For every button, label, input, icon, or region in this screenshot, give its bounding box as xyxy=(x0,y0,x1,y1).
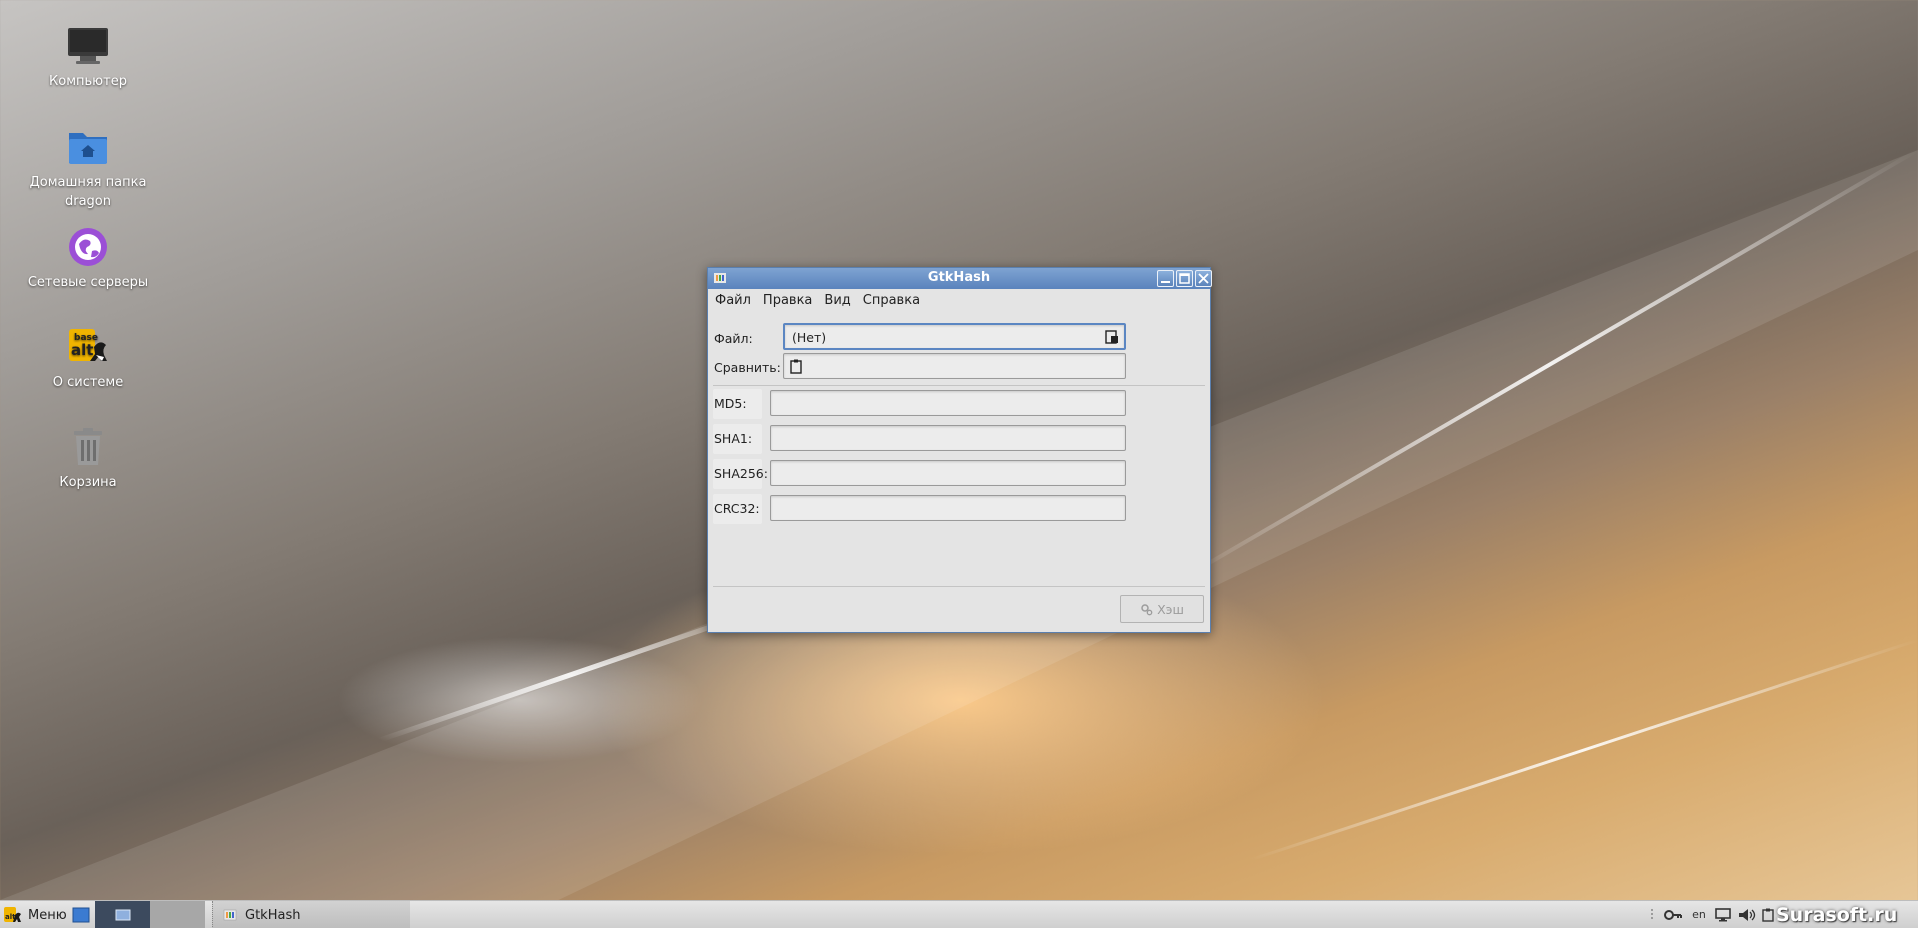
keyboard-layout[interactable]: en xyxy=(1688,901,1710,928)
desktop-icon-computer[interactable]: Компьютер xyxy=(22,24,154,91)
desktop-icon-trash[interactable]: Корзина xyxy=(22,425,154,492)
crc32-label: CRC32: xyxy=(713,494,762,524)
desktop-icon-label: Сетевые серверы xyxy=(27,275,149,290)
separator xyxy=(713,385,1205,386)
window-titlebar[interactable]: GtkHash xyxy=(708,268,1212,289)
taskbar: alt Меню GtkHash en Surasoft.ru xyxy=(0,900,1918,928)
taskbar-task-gtkhash[interactable]: GtkHash xyxy=(212,901,410,928)
alt-logo-icon: alt xyxy=(4,907,21,922)
window-title: GtkHash xyxy=(927,270,991,285)
home-folder-icon xyxy=(69,133,107,164)
tray-clipboard[interactable] xyxy=(1760,901,1776,928)
tray-volume[interactable] xyxy=(1736,901,1758,928)
about-system-icon: base alt xyxy=(69,329,107,361)
close-button[interactable] xyxy=(1195,270,1212,287)
drag-handle-icon xyxy=(1651,909,1653,919)
volume-icon xyxy=(1739,909,1756,921)
start-menu-button[interactable]: alt Меню xyxy=(4,901,68,928)
sha1-field[interactable] xyxy=(770,425,1126,451)
desktop-icon-label: Компьютер xyxy=(49,74,127,89)
hash-button[interactable]: Хэш xyxy=(1120,595,1204,623)
hash-button-label: Хэш xyxy=(1157,601,1184,617)
menu-view[interactable]: Вид xyxy=(818,289,856,313)
workspace-1[interactable] xyxy=(95,901,150,928)
tray-keyring[interactable] xyxy=(1660,901,1686,928)
clipboard-icon[interactable] xyxy=(789,359,803,374)
compare-label: Сравнить: xyxy=(714,360,781,375)
show-desktop-icon xyxy=(72,907,90,923)
minimize-button[interactable] xyxy=(1157,270,1174,287)
file-value: (Нет) xyxy=(792,330,827,345)
maximize-icon xyxy=(1179,273,1190,284)
desktop-icon-label: Домашняя папка dragon xyxy=(29,175,147,209)
desktop-icon-about-system[interactable]: base alt О системе xyxy=(22,325,154,392)
desktop-icon-network-servers[interactable]: Сетевые серверы xyxy=(22,225,154,292)
desktop-icon-label: Корзина xyxy=(59,475,117,490)
trash-icon xyxy=(74,428,102,465)
md5-label: MD5: xyxy=(713,389,762,419)
workspace-2[interactable] xyxy=(150,901,205,928)
menu-edit[interactable]: Правка xyxy=(757,289,818,313)
tray-display[interactable] xyxy=(1712,901,1734,928)
start-menu-label: Меню xyxy=(28,907,67,923)
sha1-label: SHA1: xyxy=(713,424,762,454)
task-title: GtkHash xyxy=(245,907,301,923)
desktop-icon-label: О системе xyxy=(52,375,124,390)
clipboard-icon xyxy=(1762,908,1774,922)
display-icon xyxy=(1715,908,1731,922)
network-servers-icon xyxy=(69,228,107,266)
gear-icon xyxy=(1141,603,1153,615)
file-chooser[interactable]: (Нет) xyxy=(783,323,1126,350)
file-label: Файл: xyxy=(714,331,753,346)
md5-field[interactable] xyxy=(770,390,1126,416)
file-open-icon xyxy=(1105,330,1118,344)
window-thumbnail-icon xyxy=(115,909,130,921)
svg-text:alt: alt xyxy=(71,341,93,359)
desktop-icon-home-folder[interactable]: Домашняя папка dragon xyxy=(22,125,154,211)
maximize-button[interactable] xyxy=(1176,270,1193,287)
menu-bar: Файл Правка Вид Справка xyxy=(708,289,1210,313)
separator xyxy=(713,586,1205,587)
sha256-field[interactable] xyxy=(770,460,1126,486)
close-icon xyxy=(1198,273,1209,284)
sha256-label: SHA256: xyxy=(713,459,768,489)
show-desktop-button[interactable] xyxy=(70,901,92,928)
minimize-icon xyxy=(1161,281,1170,283)
compare-input[interactable] xyxy=(783,353,1126,379)
gtkhash-app-icon xyxy=(223,909,237,921)
key-icon xyxy=(1664,910,1682,920)
computer-icon xyxy=(68,28,108,64)
crc32-field[interactable] xyxy=(770,495,1126,521)
watermark: Surasoft.ru xyxy=(1776,904,1898,926)
gtkhash-window: GtkHash Файл Правка Вид Справка Файл: (Н… xyxy=(707,267,1212,633)
menu-help[interactable]: Справка xyxy=(857,289,926,313)
menu-file[interactable]: Файл xyxy=(709,289,757,313)
